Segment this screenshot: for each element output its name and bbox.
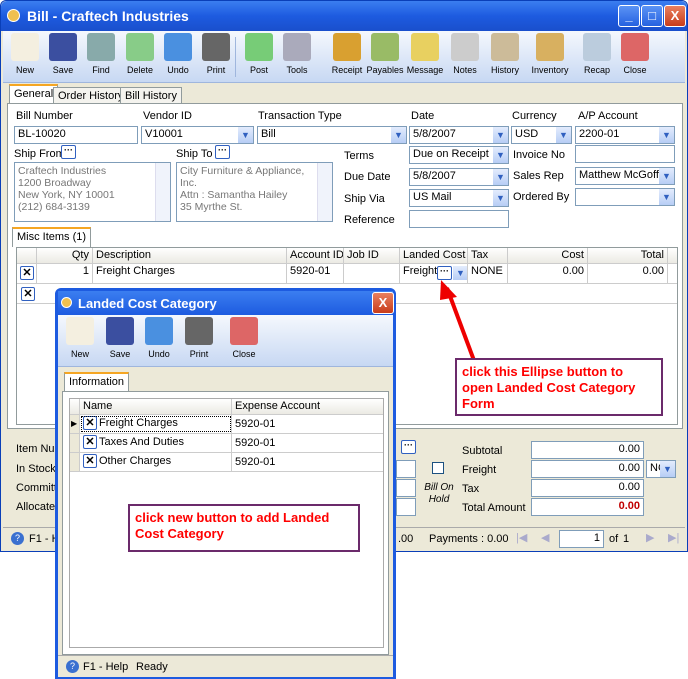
- expense-account-value: 5920-01: [235, 437, 276, 449]
- tab-information[interactable]: Information: [64, 372, 130, 392]
- list-item[interactable]: ✕ Other Charges 5920-01: [70, 453, 383, 472]
- expense-account-header[interactable]: Expense Account: [232, 399, 383, 414]
- dialog-status-bar: ? F1 - Help Ready: [58, 655, 393, 677]
- list-item[interactable]: ▶ ✕ Freight Charges 5920-01: [70, 415, 383, 434]
- row-selector[interactable]: [70, 434, 80, 452]
- delete-row-icon[interactable]: ✕: [83, 435, 97, 449]
- list-item[interactable]: ✕ Taxes And Duties 5920-01: [70, 434, 383, 453]
- category-name: Taxes And Duties: [99, 435, 184, 448]
- ellipse-annotation: click this Ellipse button to open Landed…: [455, 358, 663, 416]
- category-name: Freight Charges: [99, 416, 178, 429]
- arrow-head: [440, 280, 457, 300]
- name-cell[interactable]: ✕ Taxes And Duties: [80, 434, 232, 452]
- close-icon: [230, 317, 258, 345]
- account-cell[interactable]: 5920-01: [232, 434, 383, 452]
- delete-row-icon[interactable]: ✕: [83, 416, 97, 430]
- new-icon: [66, 317, 94, 345]
- account-cell[interactable]: 5920-01: [232, 453, 383, 471]
- dialog-toolbar: New Save Undo Print Close: [58, 315, 393, 367]
- toolbar-close-button[interactable]: Close: [222, 317, 266, 359]
- dialog-status-ready: Ready: [136, 661, 168, 673]
- save-icon: [106, 317, 134, 345]
- help-icon: ?: [66, 660, 79, 673]
- expense-account-value: 5920-01: [235, 418, 276, 430]
- grid-header: Name Expense Account: [70, 399, 383, 415]
- app-icon: [61, 297, 72, 308]
- dialog-title-bar: Landed Cost Category: [58, 291, 393, 315]
- toolbar-label: New: [70, 349, 89, 359]
- toolbar-undo-button[interactable]: Undo: [137, 317, 181, 359]
- landed-cost-dialog: Landed Cost Category X New Save Undo Print C…: [55, 288, 396, 679]
- row-selector-header: [70, 399, 80, 414]
- undo-icon: [145, 317, 173, 345]
- row-selector[interactable]: [70, 453, 80, 471]
- category-name: Other Charges: [99, 454, 172, 467]
- name-cell[interactable]: ✕ Other Charges: [80, 453, 232, 471]
- toolbar-save-button[interactable]: Save: [98, 317, 142, 359]
- dialog-status-help: F1 - Help: [83, 661, 129, 673]
- row-selector[interactable]: ▶: [70, 415, 80, 433]
- dialog-title: Landed Cost Category: [78, 296, 217, 311]
- dialog-close-button[interactable]: X: [372, 292, 394, 314]
- name-cell[interactable]: ✕ Freight Charges: [80, 415, 232, 433]
- new-button-annotation: click new button to add Landed Cost Cate…: [128, 504, 360, 552]
- account-cell[interactable]: 5920-01: [232, 415, 383, 433]
- toolbar-label: Print: [189, 349, 209, 359]
- printer-icon: [185, 317, 213, 345]
- toolbar-label: Close: [232, 349, 256, 359]
- toolbar-print-button[interactable]: Print: [177, 317, 221, 359]
- expense-account-value: 5920-01: [235, 456, 276, 468]
- toolbar-label: Undo: [148, 349, 170, 359]
- name-header[interactable]: Name: [80, 399, 232, 414]
- delete-row-icon[interactable]: ✕: [83, 454, 97, 468]
- toolbar-label: Save: [109, 349, 131, 359]
- toolbar-new-button[interactable]: New: [58, 317, 102, 359]
